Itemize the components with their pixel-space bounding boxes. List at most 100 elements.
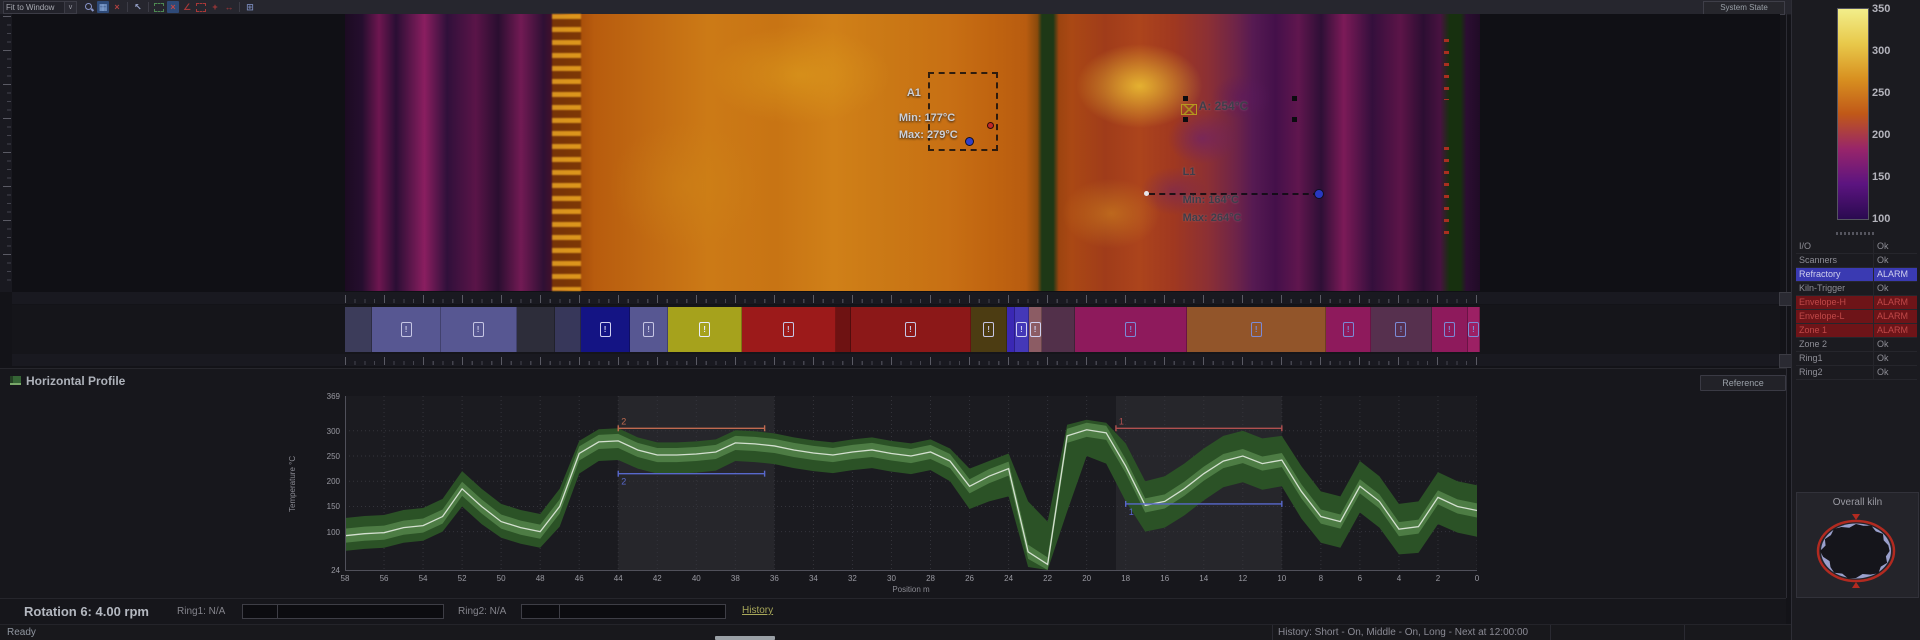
x-tick-label: 48 xyxy=(530,574,550,583)
status-state: ALARM xyxy=(1873,324,1917,337)
zone-segment-15[interactable]: ! xyxy=(1029,307,1042,352)
status-row-ring1[interactable]: Ring1Ok xyxy=(1796,352,1917,366)
zone-segment-4[interactable] xyxy=(517,307,555,352)
zone-segment-5[interactable] xyxy=(555,307,581,352)
zone-segment-17[interactable]: ! xyxy=(1075,307,1187,352)
system-state-button[interactable]: System State xyxy=(1703,1,1785,15)
y-tick-label: 200 xyxy=(300,477,340,486)
zone-segment-1[interactable] xyxy=(345,307,372,352)
delete-image-icon[interactable]: × xyxy=(111,1,123,13)
thermal-image[interactable]: A1 Min: 177°C Max: 279°C A: 254°C L1 Min… xyxy=(345,14,1480,291)
status-state: Ok xyxy=(1873,254,1917,267)
x-tick-label: 52 xyxy=(452,574,472,583)
status-name: Zone 2 xyxy=(1796,338,1873,351)
selection-handle[interactable] xyxy=(1292,117,1297,122)
x-tick-label: 2 xyxy=(1428,574,1448,583)
point-tool-icon[interactable]: + xyxy=(209,1,221,13)
reference-button[interactable]: Reference xyxy=(1700,375,1786,391)
image-view-icon[interactable]: ▦ xyxy=(97,1,109,13)
horizontal-profile-chart[interactable]: 2211 xyxy=(345,396,1477,571)
status-row-refractory[interactable]: RefractoryALARM xyxy=(1796,268,1917,282)
thermometer-icon: ! xyxy=(783,322,794,337)
status-row-kiln-trigger[interactable]: Kiln-TriggerOk xyxy=(1796,282,1917,296)
chart-icon xyxy=(10,376,21,385)
bottom-info-bar: Rotation 6: 4.00 rpm Ring1: N/A Ring2: N… xyxy=(0,598,1786,625)
zone-segment-6[interactable]: ! xyxy=(581,307,629,352)
toolbar-icons: ▦×↖×∠+↔⊞ xyxy=(82,0,257,14)
cursor-icon[interactable]: ↖ xyxy=(132,1,144,13)
selection-handle[interactable] xyxy=(1292,96,1297,101)
status-state: Ok xyxy=(1873,282,1917,295)
toolbar: Fit to Window v ▦×↖×∠+↔⊞ System State xyxy=(0,0,1920,15)
spot-annotation[interactable]: A: 254°C xyxy=(1183,96,1298,122)
status-row-zone-1[interactable]: Zone 1ALARM xyxy=(1796,324,1917,338)
right-sidebar: 350300250200150100 I/OOkScannersOkRefrac… xyxy=(1791,0,1920,640)
taskbar-hint xyxy=(715,636,775,640)
zone-segment-2[interactable]: ! xyxy=(372,307,440,352)
x-tick-label: 56 xyxy=(374,574,394,583)
span-tool-icon[interactable]: ↔ xyxy=(223,1,235,13)
marquee-select-icon[interactable] xyxy=(153,1,165,13)
status-state: Ok xyxy=(1873,352,1917,365)
x-tick-label: 12 xyxy=(1233,574,1253,583)
x-tick-label: 14 xyxy=(1194,574,1214,583)
area-tool-icon-shape xyxy=(196,3,206,12)
chevron-down-icon[interactable]: v xyxy=(65,1,77,14)
x-tick-label: 54 xyxy=(413,574,433,583)
status-row-envelope-l[interactable]: Envelope-LALARM xyxy=(1796,310,1917,324)
zone-segment-13[interactable] xyxy=(1007,307,1015,352)
zones-row: !!!!!!!!!!!!!!!! xyxy=(12,305,1780,354)
thermometer-icon: ! xyxy=(1395,322,1406,337)
area-tool-icon[interactable] xyxy=(195,1,207,13)
status-row-i-o[interactable]: I/OOk xyxy=(1796,240,1917,254)
status-name: I/O xyxy=(1796,240,1873,253)
close-selection-icon[interactable]: × xyxy=(167,1,179,13)
min-point-marker[interactable] xyxy=(965,137,974,146)
thermometer-icon: ! xyxy=(1125,322,1136,337)
zone-segment-22[interactable]: ! xyxy=(1468,307,1480,352)
zoom-icon[interactable] xyxy=(83,1,95,13)
status-bar: Ready History: Short - On, Middle - On, … xyxy=(0,624,1920,640)
magnifier-handle xyxy=(91,8,94,11)
zone-segment-11[interactable]: ! xyxy=(851,307,971,352)
zone-segment-21[interactable]: ! xyxy=(1432,307,1468,352)
status-row-zone-2[interactable]: Zone 2Ok xyxy=(1796,338,1917,352)
statusbar-separator xyxy=(1272,625,1273,640)
scale-tick-label: 150 xyxy=(1872,171,1890,183)
zone-segment-3[interactable]: ! xyxy=(441,307,517,352)
x-tick-label: 38 xyxy=(725,574,745,583)
zone-segment-19[interactable]: ! xyxy=(1326,307,1371,352)
zone-segment-10[interactable] xyxy=(836,307,851,352)
status-state: ALARM xyxy=(1873,268,1917,281)
view-mode-select[interactable]: Fit to Window v xyxy=(3,2,77,13)
scale-tick-label: 200 xyxy=(1872,129,1890,141)
status-row-scanners[interactable]: ScannersOk xyxy=(1796,254,1917,268)
status-name: Envelope-L xyxy=(1796,310,1873,323)
line-endpoint-right[interactable] xyxy=(1314,189,1324,199)
zone-segment-12[interactable]: ! xyxy=(971,307,1007,352)
zone-segment-8[interactable]: ! xyxy=(668,307,742,352)
line-tool-icon[interactable]: ∠ xyxy=(181,1,193,13)
selection-handle[interactable] xyxy=(1183,117,1188,122)
zone-segment-18[interactable]: ! xyxy=(1187,307,1326,352)
y-tick-label: 150 xyxy=(300,502,340,511)
grid-icon[interactable]: ⊞ xyxy=(244,1,256,13)
status-name: Ring1 xyxy=(1796,352,1873,365)
zone-segment-7[interactable]: ! xyxy=(630,307,668,352)
selection-handle[interactable] xyxy=(1183,96,1188,101)
thermal-image-area: A1 Min: 177°C Max: 279°C A: 254°C L1 Min… xyxy=(12,14,1780,292)
zone-segment-16[interactable] xyxy=(1042,307,1075,352)
line-endpoint-left[interactable] xyxy=(1144,191,1149,196)
panel-drag-handle[interactable] xyxy=(1836,232,1876,235)
x-tick-label: 4 xyxy=(1389,574,1409,583)
panel-splitter[interactable] xyxy=(1786,14,1787,598)
zone-segment-9[interactable]: ! xyxy=(742,307,836,352)
history-link[interactable]: History xyxy=(742,605,773,616)
zone-segment-20[interactable]: ! xyxy=(1371,307,1432,352)
zone-segment-14[interactable]: ! xyxy=(1015,307,1029,352)
status-row-ring2[interactable]: Ring2Ok xyxy=(1796,366,1917,380)
status-row-envelope-h[interactable]: Envelope-HALARM xyxy=(1796,296,1917,310)
y-tick-label: 24 xyxy=(300,566,340,575)
status-name: Envelope-H xyxy=(1796,296,1873,309)
thermometer-icon: ! xyxy=(643,322,654,337)
